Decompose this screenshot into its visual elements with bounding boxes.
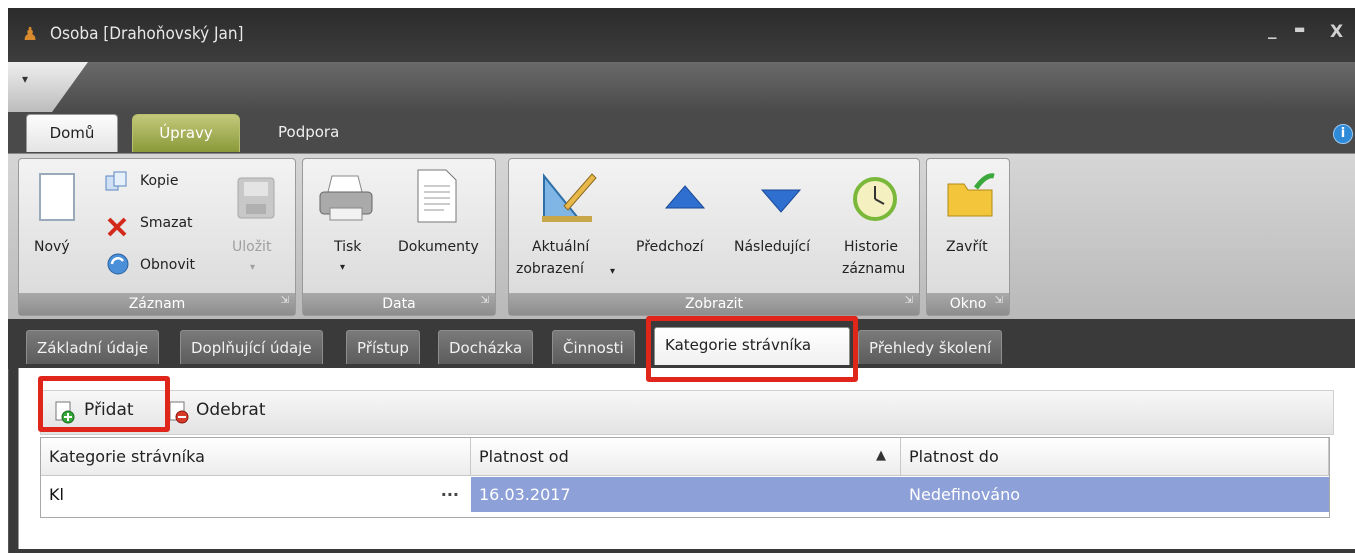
dialog-launcher-icon[interactable]: ⇲ [481,290,489,312]
group-label-text: Data [382,296,416,312]
highlight-add-button [38,376,170,432]
ellipsis-button[interactable]: ··· [441,477,459,512]
tab-prehledy-skoleni[interactable]: Přehledy školení [858,330,1003,364]
group-label-text: Záznam [128,296,186,312]
dialog-launcher-icon[interactable]: ⇲ [281,290,289,312]
copy-button[interactable]: Kopie [140,172,178,191]
group-label-text: Okno [949,296,987,312]
minimize-button[interactable]: _ [1268,20,1277,40]
printer-icon [319,175,373,221]
dialog-launcher-icon[interactable]: ⇲ [995,290,1003,312]
save-dropdown-icon[interactable]: ▾ [250,258,255,277]
dialog-launcher-icon[interactable]: ⇲ [905,290,913,312]
column-header-platnost-do[interactable]: Platnost do [901,438,1329,476]
history-label[interactable]: Historie [844,238,898,257]
documents-button[interactable]: Dokumenty [398,238,479,257]
history-icon [853,177,897,221]
group-label-zobrazit: Zobrazit ⇲ [509,293,919,315]
delete-button[interactable]: Smazat [140,214,193,233]
close-button[interactable]: X [1330,22,1343,42]
new-button[interactable]: Nový [34,238,70,257]
close-window-button[interactable]: Zavřít [946,238,988,257]
sort-ascending-icon[interactable]: ▲ [876,448,886,463]
print-button[interactable]: Tisk [334,238,361,257]
tab-pristup[interactable]: Přístup [346,330,420,364]
copy-icon [105,171,127,191]
previous-button[interactable]: Předchozí [636,238,704,257]
save-button[interactable]: Uložit [232,238,271,257]
new-document-icon [39,173,75,221]
column-header-kategorie[interactable]: Kategorie strávníka [41,438,471,476]
current-view-button[interactable]: zobrazení [516,260,584,279]
delete-icon [107,217,127,237]
arrow-up-icon [664,185,706,209]
group-label-okno: Okno ⇲ [927,293,1009,315]
tab-upravy[interactable]: Úpravy [132,114,240,152]
remove-icon [169,401,189,424]
group-label-zaznam: Záznam ⇲ [19,293,295,315]
save-icon [237,177,275,219]
cell-kategorie[interactable]: Kl ··· [41,477,471,512]
cell-kategorie-value: Kl [49,485,64,504]
quick-access-bar [8,62,1355,112]
next-button[interactable]: Následující [734,238,810,257]
column-header-platnost-od[interactable]: Platnost od [471,438,901,476]
arrow-down-icon [760,189,802,213]
group-label-data: Data ⇲ [303,293,495,315]
remove-button[interactable]: Odebrat [196,400,266,420]
refresh-icon [107,253,129,275]
cell-platnost-do[interactable]: Nedefinováno [901,477,1329,512]
history-button[interactable]: záznamu [842,260,905,279]
highlight-tab-kategorie [646,316,858,382]
tab-podpora[interactable]: Podpora [260,114,357,152]
documents-icon [417,169,457,223]
cell-platnost-od[interactable]: 16.03.2017 [471,477,901,512]
current-view-dropdown-icon[interactable]: ▾ [610,262,615,281]
info-icon[interactable]: i [1333,124,1353,144]
tab-zakladni-udaje[interactable]: Základní údaje [26,330,160,364]
tab-dochazka[interactable]: Docházka [438,330,534,364]
tab-domu[interactable]: Domů [26,114,118,152]
tab-cinnosti[interactable]: Činnosti [552,330,635,364]
close-folder-icon [947,173,995,217]
quick-access-arrow-icon[interactable]: ▾ [22,72,28,86]
person-icon: ♟ [22,24,39,45]
current-view-label[interactable]: Aktuální [532,238,589,257]
tab-doplnujici-udaje[interactable]: Doplňující údaje [180,330,323,364]
refresh-button[interactable]: Obnovit [140,256,195,275]
maximize-button[interactable]: ▬ [1294,22,1305,36]
view-edit-icon [542,173,597,222]
print-dropdown-icon[interactable]: ▾ [340,258,345,277]
window-title: Osoba [Drahoňovský Jan] [50,24,244,44]
group-label-text: Zobrazit [684,296,744,312]
